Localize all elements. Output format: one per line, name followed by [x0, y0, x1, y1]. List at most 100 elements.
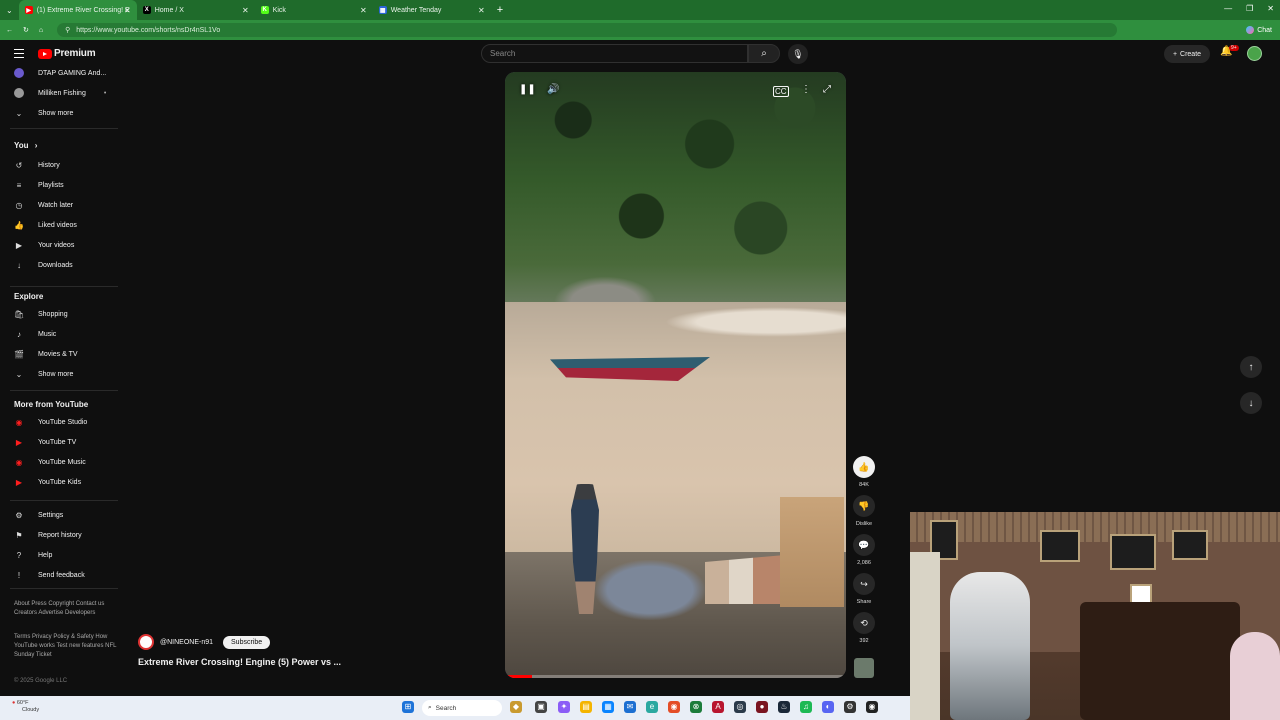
address-bar[interactable]: ⚲ https://www.youtube.com/shorts/nsDr4nS…	[57, 23, 1118, 37]
taskbar-store-icon[interactable]: ▦	[602, 701, 614, 713]
share-button[interactable]: ↪ Share	[852, 573, 876, 605]
browser-tab[interactable]: ▦ Weather Tenday ✕	[373, 0, 491, 20]
tab-close-icon[interactable]: ✕	[124, 6, 131, 15]
sidebar-item-shopping[interactable]: 🛍 Shopping	[0, 307, 120, 321]
tab-close-icon[interactable]: ✕	[478, 6, 485, 15]
sidebar-item-label: Help	[38, 551, 53, 559]
menu-icon[interactable]	[14, 49, 24, 58]
obs-icon[interactable]: ◉	[866, 701, 878, 713]
firefox-icon[interactable]: ◉	[668, 701, 680, 713]
youtube-music-icon: ◉	[15, 457, 23, 467]
subscribe-button[interactable]: Subscribe	[223, 635, 271, 649]
sound-thumbnail[interactable]	[854, 658, 874, 678]
steam-icon[interactable]: ♨	[778, 701, 790, 713]
sidebar-item-liked-videos[interactable]: 👍 Liked videos	[0, 218, 120, 232]
tab-close-icon[interactable]: ✕	[242, 6, 249, 15]
windows-start-icon[interactable]: ⊞	[402, 701, 414, 713]
short-title[interactable]: Extreme River Crossing! Engine (5) Power…	[138, 657, 341, 667]
taskbar-mail-icon[interactable]: ✉	[624, 701, 636, 713]
like-button[interactable]: 👍 84K	[852, 456, 876, 488]
channel-avatar[interactable]	[138, 634, 154, 650]
show-more-explore[interactable]: ⌄ Show more	[0, 367, 120, 381]
restore-icon[interactable]: ❐	[1246, 4, 1253, 13]
search-input[interactable]: Search	[481, 44, 748, 63]
sidebar-item-help[interactable]: ? Help	[0, 548, 120, 562]
webcam-person	[1230, 632, 1280, 720]
wall-frame	[1040, 530, 1080, 562]
taskbar-acrobat-icon[interactable]: A	[712, 701, 724, 713]
sidebar-item-watch-later[interactable]: ◷ Watch later	[0, 198, 120, 212]
browser-tab[interactable]: K Kick ✕	[255, 0, 373, 20]
sidebar-item-youtube-tv[interactable]: ▶ YouTube TV	[0, 435, 120, 449]
video-cardboard-box	[780, 497, 844, 607]
taskbar-app-icon[interactable]: ◎	[734, 701, 746, 713]
account-avatar[interactable]	[1247, 46, 1262, 61]
sidebar-item-report-history[interactable]: ⚑ Report history	[0, 528, 120, 542]
remix-button[interactable]: ⟲ 392	[852, 612, 876, 644]
weather-condition: Cloudy	[22, 707, 40, 713]
footer-links-secondary[interactable]: Terms Privacy Policy & Safety How YouTub…	[14, 633, 118, 660]
dislike-button[interactable]: 👎 Dislike	[852, 495, 876, 527]
video-progress-bar[interactable]	[505, 675, 846, 678]
fullscreen-icon[interactable]: ⤢	[823, 84, 831, 95]
sidebar-item-history[interactable]: ↺ History	[0, 158, 120, 172]
spotify-icon[interactable]: ♫	[800, 701, 812, 713]
edge-browser-icon[interactable]: e	[646, 701, 658, 713]
taskbar-app-icon[interactable]: ●	[756, 701, 768, 713]
taskbar-search[interactable]: ⌕ Search	[422, 700, 502, 716]
chat-button[interactable]: Chat	[1246, 26, 1272, 34]
pause-icon[interactable]: ❚❚	[519, 84, 536, 95]
sidebar-item-your-videos[interactable]: ▶ Your videos	[0, 238, 120, 252]
sidebar-item-music[interactable]: ♪ Music	[0, 327, 120, 341]
previous-short-button[interactable]: ↑	[1240, 356, 1262, 378]
reload-icon[interactable]: ↻	[23, 26, 29, 34]
sidebar-item-youtube-kids[interactable]: ▶ YouTube Kids	[0, 475, 120, 489]
sidebar-item-youtube-music[interactable]: ◉ YouTube Music	[0, 455, 120, 469]
search-button[interactable]: ⌕	[748, 44, 780, 63]
create-button[interactable]: + Create	[1164, 45, 1210, 63]
captions-icon[interactable]: CC	[773, 86, 789, 97]
tab-title: Kick	[272, 6, 286, 14]
sidebar-item-settings[interactable]: ⚙ Settings	[0, 508, 120, 522]
site-info-icon[interactable]: ⚲	[65, 26, 70, 34]
subscription-item-milliken[interactable]: Milliken Fishing •	[0, 86, 120, 100]
tab-close-icon[interactable]: ✕	[360, 6, 367, 15]
browser-tab[interactable]: ▶ (1) Extreme River Crossing! E ✕	[18, 0, 137, 20]
weather-widget[interactable]: ● 60°F Cloudy	[12, 700, 39, 714]
minimize-icon[interactable]: —	[1224, 4, 1232, 13]
tab-list-chevron-icon[interactable]: ⌄	[6, 6, 13, 15]
sidebar-item-youtube-studio[interactable]: ◉ YouTube Studio	[0, 415, 120, 429]
sidebar-item-downloads[interactable]: ↓ Downloads	[0, 258, 120, 272]
discord-icon[interactable]: ◐	[822, 701, 834, 713]
comments-button[interactable]: 💬 2,086	[852, 534, 876, 566]
next-short-button[interactable]: ↓	[1240, 392, 1262, 414]
taskbar-settings-icon[interactable]: ⚙	[844, 701, 856, 713]
you-section-heading[interactable]: You ›	[14, 141, 37, 150]
sidebar-item-label: Your videos	[38, 241, 75, 249]
subscription-item-dtap[interactable]: DTAP GAMING And...	[0, 66, 120, 80]
sidebar-item-send-feedback[interactable]: ! Send feedback	[0, 568, 120, 582]
taskbar-file-icon[interactable]: ▣	[535, 701, 547, 713]
webcam-overlay	[910, 512, 1280, 720]
footer-links-primary[interactable]: About Press Copyright Contact us Creator…	[14, 600, 118, 618]
taskbar-xbox-icon[interactable]: ⊗	[690, 701, 702, 713]
channel-handle[interactable]: @NINEONE-n91	[160, 639, 213, 646]
youtube-premium-logo[interactable]: Premium	[38, 48, 96, 59]
taskbar-game-icon[interactable]: ◆	[510, 701, 522, 713]
sidebar-item-playlists[interactable]: ≡ Playlists	[0, 178, 120, 192]
voice-search-button[interactable]: 🎙	[788, 44, 808, 64]
volume-icon[interactable]: 🔊	[547, 84, 559, 95]
home-icon[interactable]: ⌂	[39, 27, 43, 34]
show-more-subscriptions[interactable]: ⌄ Show more	[0, 106, 120, 120]
file-explorer-icon[interactable]: ▤	[580, 701, 592, 713]
new-tab-button[interactable]: +	[497, 4, 503, 16]
browser-tab[interactable]: X Home / X ✕	[137, 0, 255, 20]
sidebar-item-movies-tv[interactable]: 🎬 Movies & TV	[0, 347, 120, 361]
more-options-icon[interactable]: ⋮	[801, 84, 811, 95]
channel-avatar	[14, 88, 24, 98]
taskbar-copilot-icon[interactable]: ✦	[558, 701, 570, 713]
back-icon[interactable]: ←	[6, 27, 13, 34]
close-window-icon[interactable]: ✕	[1267, 4, 1274, 13]
shorts-video-player[interactable]: ❚❚ 🔊 CC ⋮ ⤢	[505, 72, 846, 678]
youtube-kids-icon: ▶	[15, 477, 23, 487]
